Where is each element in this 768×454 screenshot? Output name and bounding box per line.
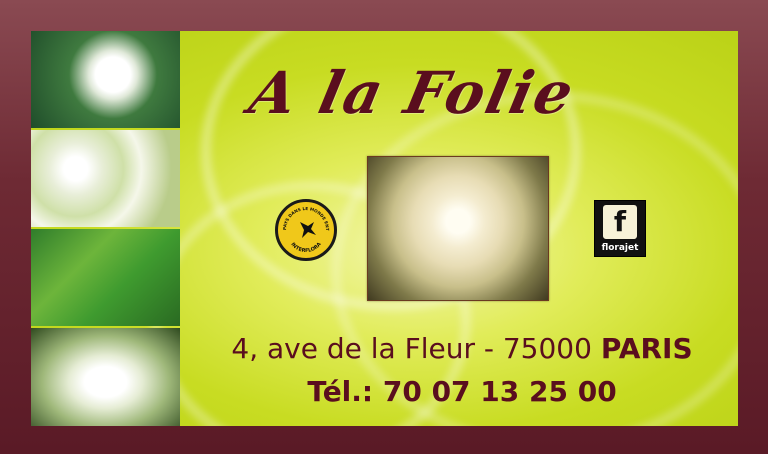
photo-strip [31,31,180,426]
water-lily-photo [31,31,180,128]
white-tulip-photo [31,328,180,426]
interflora-logo: UN PAYS DANS LE MONDE ENTIER INTERFLORA [275,199,337,261]
address-city: PARIS [600,332,693,365]
interflora-name: INTERFLORA [289,241,322,254]
interflora-emblem-icon: UN PAYS DANS LE MONDE ENTIER INTERFLORA [278,202,330,254]
shop-title: A la Folie [243,59,581,127]
phone-number: Tél.: 70 07 13 25 00 [307,375,617,408]
address-street: 4, ave de la Fleur - 75000 [231,332,601,365]
business-card: A la Folie UN PAYS DANS LE MONDE ENTIER … [31,31,738,426]
green-leaves-photo [31,229,180,326]
white-flowers-photo [31,130,180,227]
florajet-name: florajet [601,243,639,253]
florajet-mark: f [603,205,637,239]
white-rose-photo [367,156,549,301]
florajet-logo: f florajet [594,200,646,257]
svg-text:INTERFLORA: INTERFLORA [289,241,322,254]
address-line: 4, ave de la Fleur - 75000 PARIS [197,332,727,365]
